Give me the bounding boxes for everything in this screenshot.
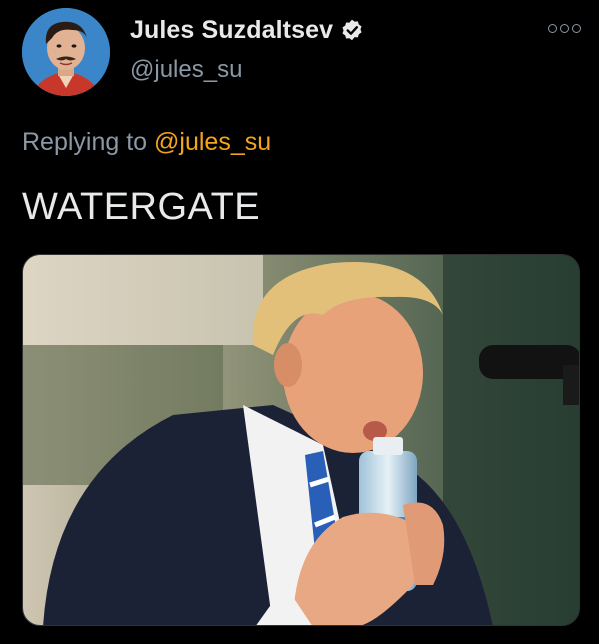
author-handle[interactable]: @jules_su (130, 56, 242, 84)
author-name-row[interactable]: Jules Suzdaltsev (130, 16, 365, 45)
tweet: Jules Suzdaltsev @jules_su Replying to @… (0, 0, 599, 644)
reply-handle-link[interactable]: @jules_su (154, 128, 271, 156)
more-options-button[interactable] (548, 24, 581, 33)
more-options-icon (548, 24, 557, 33)
tweet-text: WATERGATE (22, 186, 261, 228)
more-options-icon (572, 24, 581, 33)
tweet-media-photo[interactable] (22, 254, 580, 626)
avatar[interactable] (22, 8, 110, 96)
author-display-name[interactable]: Jules Suzdaltsev (130, 16, 333, 45)
verified-badge-icon (339, 18, 365, 44)
reply-prefix: Replying to (22, 128, 148, 156)
more-options-icon (560, 24, 569, 33)
reply-context: Replying to @jules_su (22, 128, 271, 157)
